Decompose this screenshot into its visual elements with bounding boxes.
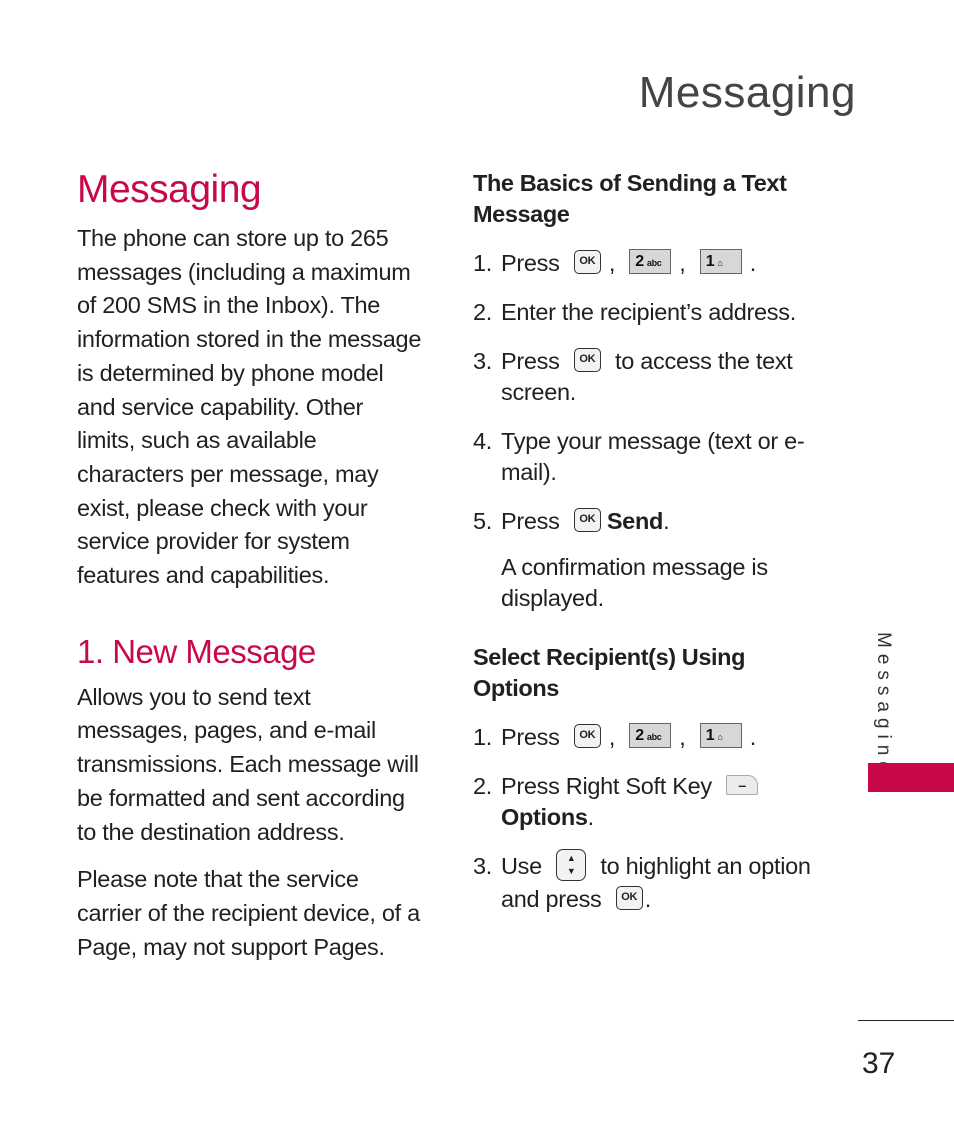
side-tab-label: Messaging <box>873 632 894 778</box>
select-heading: Select Recipient(s) Using Options <box>473 644 746 701</box>
running-head: Messaging <box>638 68 856 117</box>
key-2-icon: 2 abc <box>629 249 672 275</box>
key-2-icon: 2 abc <box>629 723 672 749</box>
basics-steps: 1. Press OK, 2 abc, 1 ⌂. 2. Enter the reci… <box>473 248 823 614</box>
new-message-paragraph: Allows you to send text messages, pages,… <box>77 683 419 845</box>
pages-note-paragraph: Please note that the service carrier of … <box>77 866 420 960</box>
key-1-voicemail-icon: 1 ⌂ <box>699 249 742 275</box>
confirmation-note: A confirmation message is displayed. <box>501 554 768 611</box>
ok-key-icon: OK <box>615 885 643 910</box>
left-column: Messaging The phone can store up to 265 … <box>77 168 427 978</box>
right-soft-key-icon: – <box>726 774 759 795</box>
section-title: Messaging <box>77 168 262 211</box>
page-number: 37 <box>862 1047 896 1080</box>
basics-step-4: 4. Type your message (text or e-mail). <box>473 428 805 485</box>
select-step-3: 3. Use ▲ ▼ to highlight an option and pre… <box>473 848 823 915</box>
ok-key-icon: OK <box>573 723 601 748</box>
intro-paragraph: The phone can store up to 265 messages (… <box>77 225 422 589</box>
select-steps: 1. Press OK, 2 abc, 1 ⌂. 2. Press Right So… <box>473 722 823 915</box>
nav-up-down-key-icon: ▲ ▼ <box>556 848 587 881</box>
ok-key-icon: OK <box>573 249 601 274</box>
ok-key-icon: OK <box>573 347 601 372</box>
footer-divider <box>858 1020 954 1021</box>
basics-step-3: 3. Press OK to access the text screen. <box>473 347 793 405</box>
right-column: The Basics of Sending a Text Message 1. … <box>473 168 823 943</box>
basics-step-2: 2. Enter the recipient’s address. <box>473 299 796 325</box>
key-1-voicemail-icon: 1 ⌂ <box>699 723 742 749</box>
select-step-2: 2. Press Right Soft Key – Options. <box>473 771 823 833</box>
side-tab-marker <box>868 763 954 792</box>
select-step-1: 1. Press OK, 2 abc, 1 ⌂. <box>473 723 756 750</box>
basics-heading: The Basics of Sending a Text Message <box>473 170 787 227</box>
subsection-title: 1. New Message <box>77 632 316 670</box>
ok-key-icon: OK <box>573 507 601 532</box>
basics-step-1: 1. Press OK, 2 abc, 1 ⌂. <box>473 249 756 276</box>
basics-step-5: 5. Press OK Send. A confirmation message … <box>473 506 823 614</box>
